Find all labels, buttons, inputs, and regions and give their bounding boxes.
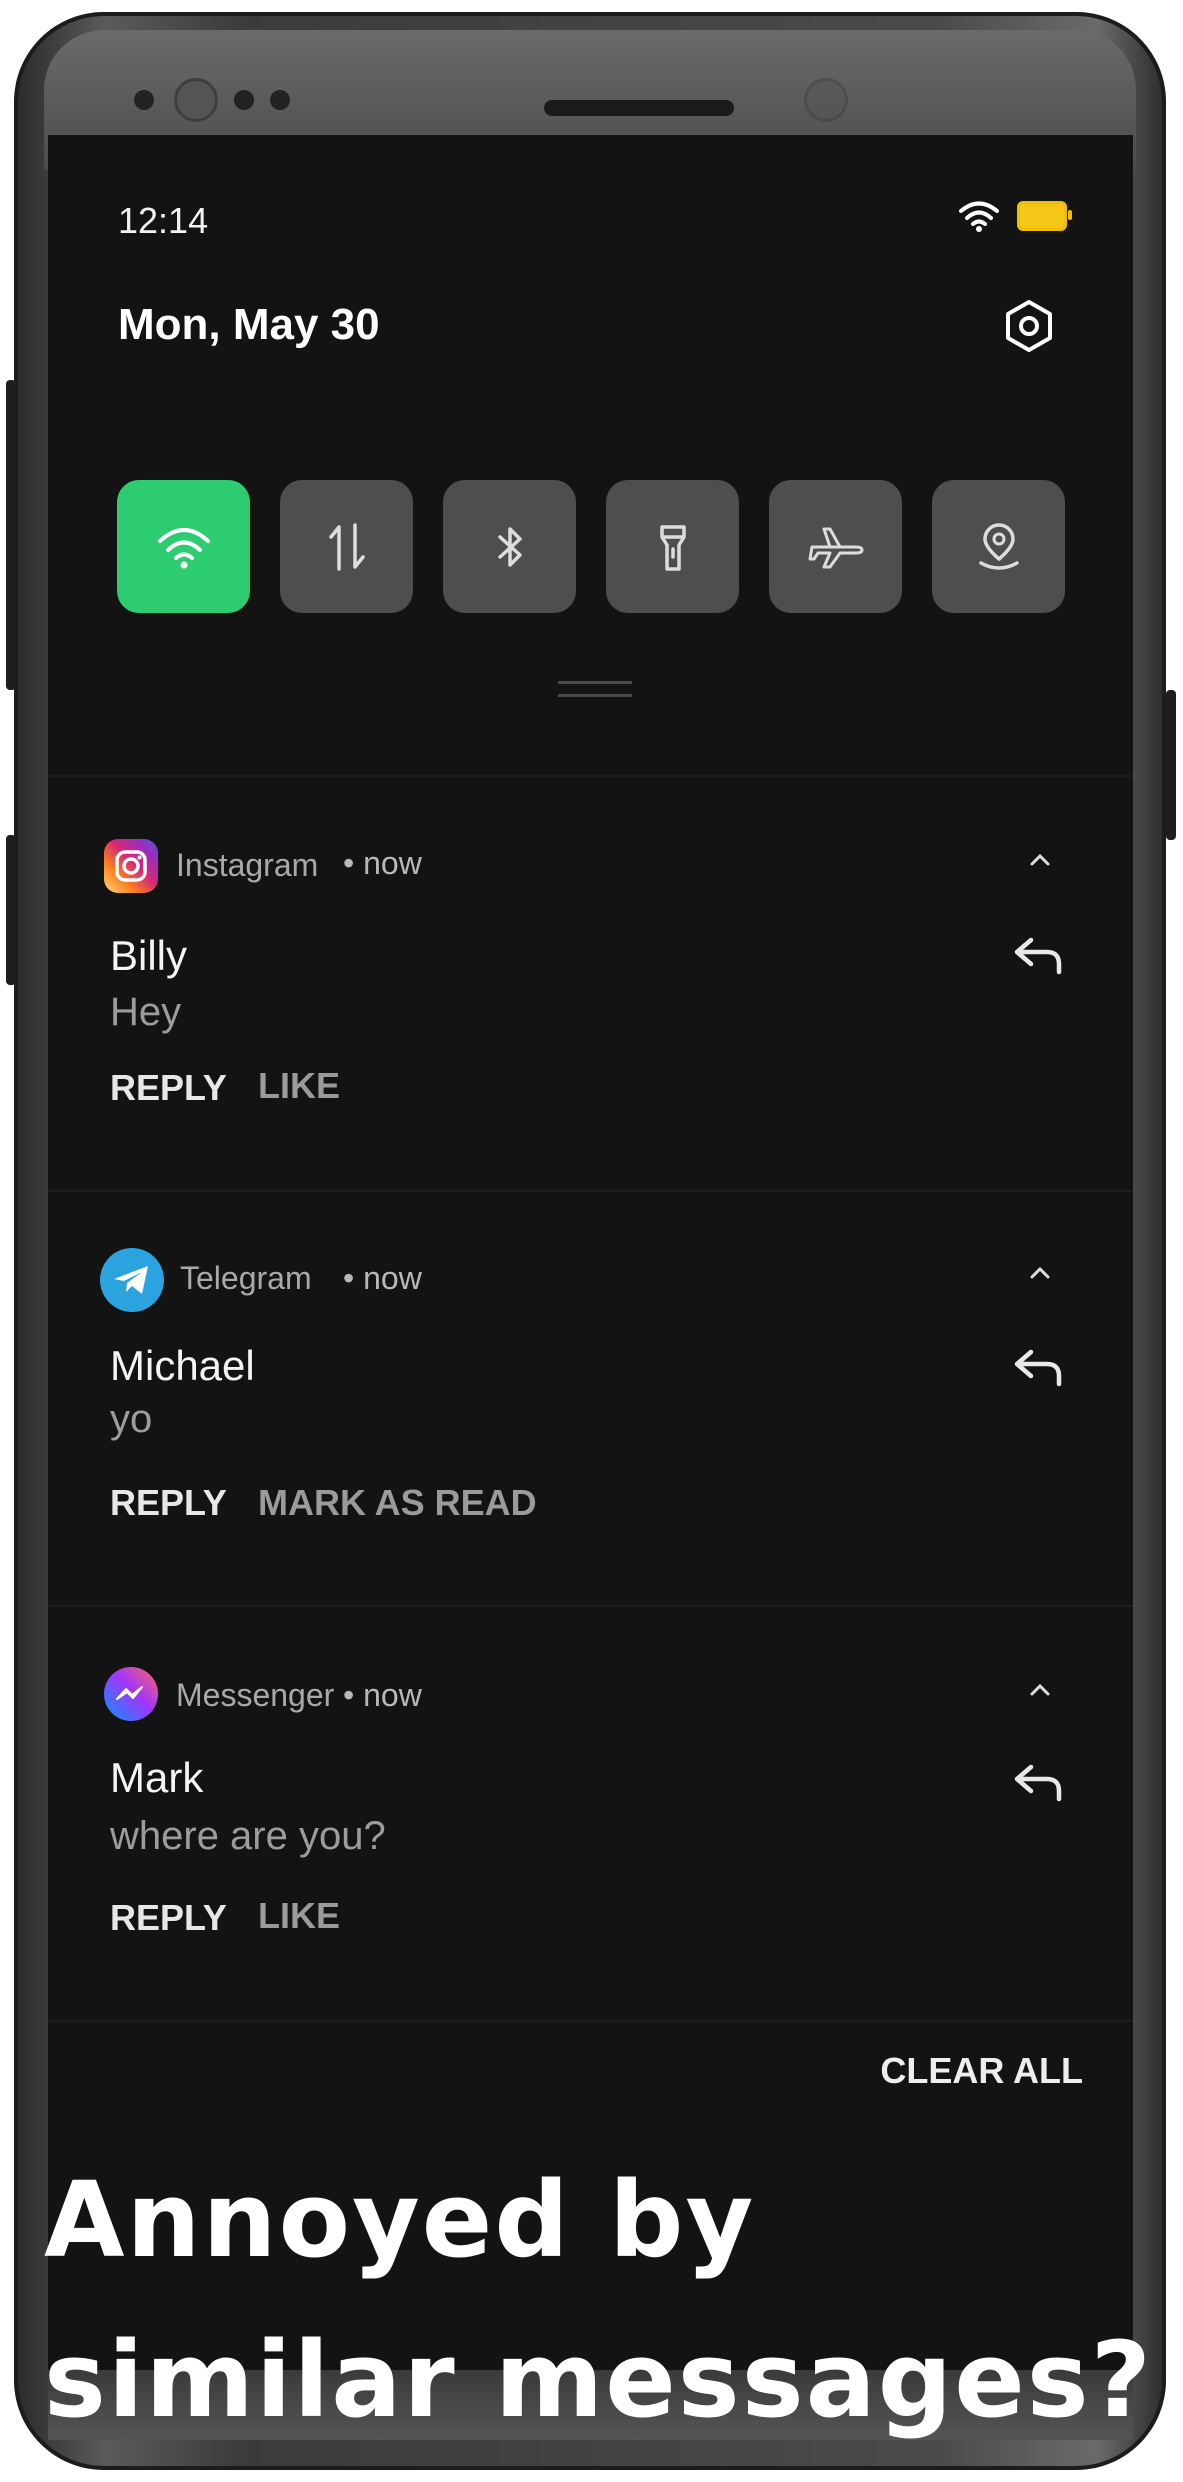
flashlight-icon: [659, 524, 686, 571]
quick-tile-airplane[interactable]: [769, 480, 902, 613]
reply-icon[interactable]: [1011, 932, 1067, 980]
volume-button: [6, 380, 16, 690]
notification-message: yo: [110, 1397, 153, 1441]
quick-tile-mobile-data[interactable]: [280, 480, 413, 613]
date-label: Mon, May 30: [118, 300, 380, 349]
chevron-up-icon[interactable]: [1027, 1260, 1053, 1286]
chevron-up-icon[interactable]: [1027, 847, 1053, 873]
like-button[interactable]: LIKE: [258, 1065, 340, 1107]
reply-icon[interactable]: [1011, 1344, 1067, 1392]
location-icon: [978, 522, 1019, 570]
notification-time: • now: [343, 1260, 422, 1296]
shade-drag-handle[interactable]: [558, 681, 632, 697]
notification-message: Hey: [110, 990, 182, 1034]
quick-settings-row: [117, 480, 1065, 613]
caption-line-1: Annoyed by: [44, 2159, 756, 2281]
side-button: [6, 835, 16, 985]
notification-sender: Billy: [110, 932, 188, 979]
notification-message: where are you?: [110, 1814, 386, 1858]
wifi-icon: [157, 527, 210, 568]
reply-button[interactable]: REPLY: [110, 1067, 227, 1109]
battery-icon: [1017, 201, 1072, 231]
quick-tile-wifi[interactable]: [117, 480, 250, 613]
notification-app-name: Instagram: [176, 847, 319, 883]
mark-as-read-button[interactable]: MARK AS READ: [258, 1482, 537, 1524]
notification-sender: Michael: [110, 1342, 255, 1389]
notification-app-name: Telegram: [180, 1260, 312, 1296]
airplane-icon: [808, 527, 863, 568]
sensor-dot: [234, 90, 254, 110]
mobile-data-icon: [328, 522, 365, 571]
sensor-dot: [270, 90, 290, 110]
reply-button[interactable]: REPLY: [110, 1897, 227, 1939]
notification-telegram[interactable]: Telegram • now Michael yo REPLY MARK AS …: [48, 1190, 1133, 1602]
quick-tile-bluetooth[interactable]: [443, 480, 576, 613]
like-button[interactable]: LIKE: [258, 1895, 340, 1937]
wifi-icon: [959, 201, 999, 232]
telegram-icon: [100, 1248, 164, 1312]
notification-time: • now: [343, 1677, 422, 1713]
notification-shade: 12:14 Mon, May 30 Instagram • now Billy …: [48, 135, 1133, 2370]
notification-sender: Mark: [110, 1754, 204, 1801]
clear-all-button[interactable]: CLEAR ALL: [880, 2050, 1083, 2092]
notification-instagram[interactable]: Instagram • now Billy Hey REPLY LIKE: [48, 775, 1133, 1187]
quick-tile-flashlight[interactable]: [606, 480, 739, 613]
status-time: 12:14: [118, 200, 209, 241]
power-button: [1166, 690, 1176, 840]
gear-icon[interactable]: [1001, 298, 1057, 354]
sensor-dot: [134, 90, 154, 110]
messenger-icon: [104, 1667, 158, 1721]
notification-time: • now: [343, 845, 422, 881]
divider: [48, 2020, 1133, 2024]
quick-tile-location[interactable]: [932, 480, 1065, 613]
instagram-icon: [104, 839, 158, 893]
notification-app-name: Messenger: [176, 1677, 335, 1713]
reply-icon[interactable]: [1011, 1759, 1067, 1807]
sensor-lens: [804, 78, 848, 122]
earpiece-speaker: [544, 100, 734, 116]
reply-button[interactable]: REPLY: [110, 1482, 227, 1524]
chevron-up-icon[interactable]: [1027, 1677, 1053, 1703]
bluetooth-icon: [497, 526, 522, 567]
notification-messenger[interactable]: Messenger • now Mark where are you? REPL…: [48, 1605, 1133, 2017]
front-camera: [174, 78, 218, 122]
status-icons: [959, 200, 1072, 232]
caption-text: Annoyed by similar messages?: [44, 2140, 1164, 2460]
caption-line-2: similar messages?: [44, 2319, 1153, 2441]
